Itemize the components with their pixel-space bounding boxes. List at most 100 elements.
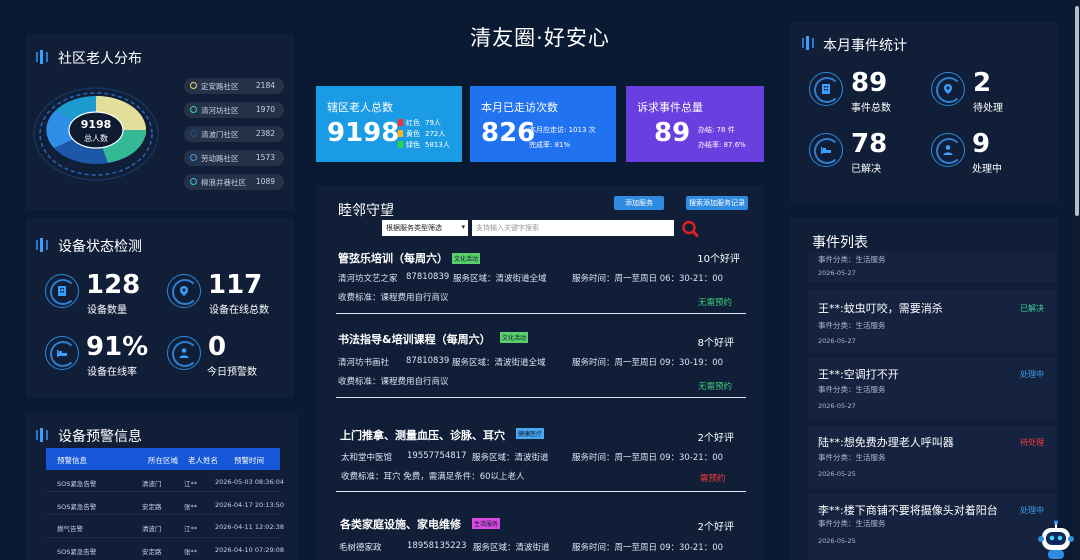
booking-status: 无需预约	[698, 382, 733, 392]
service-hours: 服务时间：周一至周日 09：30-21：00	[572, 453, 724, 463]
card-detail: 办结: 78 件	[698, 126, 735, 134]
distribution-title: 社区老人分布	[58, 51, 142, 67]
device-status-title: 设备状态检测	[58, 239, 142, 255]
card-value: 9198	[327, 118, 400, 148]
service-tag: 生活服务	[472, 518, 501, 529]
row-divider	[46, 491, 280, 492]
service-phone: 19557754817	[407, 451, 467, 461]
event-date: 2026-05-27	[818, 337, 856, 345]
services-title: 睦邻守望	[338, 203, 394, 219]
red-label: 红色	[406, 119, 420, 127]
event-item[interactable]: 王**:蚊虫叮咬，需要消杀 已解决 事件分类：生活服务 2026-05-27	[808, 290, 1056, 352]
title-accent	[806, 36, 809, 50]
table-cell: 2026-04-11 12:02:38	[215, 523, 285, 531]
legend-item[interactable]: 清河坊社区 1970	[184, 102, 284, 118]
search-input[interactable]: 支持输入关键字搜索	[472, 220, 674, 236]
add-service-button[interactable]: 添加服务	[614, 196, 664, 210]
title-accent	[46, 52, 48, 62]
event-date: 2026-05-25	[818, 470, 856, 478]
device-online-value: 117	[208, 270, 263, 300]
event-item[interactable]: 王**:空调打不开 处理中 事件分类：生活服务 2026-05-27	[808, 358, 1056, 420]
title-accent	[812, 38, 814, 48]
card-value: 89	[654, 118, 691, 148]
event-item[interactable]: 李**:楼下商铺不要将摄像头对着阳台 处理中 事件分类：生活服务 2026-05…	[808, 494, 1056, 560]
card-title: 诉求事件总量	[637, 101, 703, 114]
event-status: 处理中	[1020, 370, 1044, 379]
table-cell: 清波门	[142, 525, 162, 533]
title-accent	[36, 52, 38, 62]
booking-status: 无需预约	[698, 298, 733, 308]
today-warning-label: 今日预警数	[207, 367, 257, 378]
event-total-label: 事件总数	[851, 103, 891, 114]
table-cell: 张**	[184, 503, 197, 511]
legend-item[interactable]: 定安路社区 2184	[184, 78, 284, 94]
yellow-label: 黄色	[406, 130, 420, 138]
green-label: 绿色	[406, 141, 420, 149]
event-category: 事件分类：生活服务	[818, 385, 886, 394]
building-icon	[45, 274, 79, 308]
event-list-title: 事件列表	[812, 235, 868, 251]
search-add-record-button[interactable]: 搜索添加服务记录	[686, 196, 748, 210]
legend-value: 2382	[255, 129, 275, 138]
legend-item[interactable]: 劳动路社区 1573	[184, 150, 284, 166]
legend-item[interactable]: 柳浪井巷社区 1089	[184, 174, 284, 190]
legend-dot-icon	[190, 178, 197, 185]
title-accent	[46, 240, 48, 250]
monthly-stats-title: 本月事件统计	[823, 38, 907, 54]
title-accent	[802, 38, 804, 48]
green-value: 5813人	[425, 141, 450, 149]
item-divider	[336, 397, 746, 398]
device-count-label: 设备数量	[87, 305, 127, 316]
title-accent	[40, 428, 43, 442]
search-icon[interactable]	[681, 220, 701, 238]
device-count-value: 128	[86, 270, 141, 300]
robot-assistant-icon[interactable]	[1038, 520, 1074, 560]
legend-name: 清波门社区	[201, 130, 239, 139]
elders-total-card[interactable]: 辖区老人总数 9198 红色 79人 黄色 272人 绿色 5813人	[316, 86, 462, 162]
page-title: 清友圈·好安心	[470, 26, 610, 50]
location-pin-icon	[931, 72, 965, 106]
legend-item[interactable]: 清波门社区 2382	[184, 126, 284, 142]
online-rate-value: 91%	[86, 332, 149, 362]
table-cell: SOS紧急告警	[57, 548, 97, 556]
table-cell: 江**	[184, 480, 197, 488]
service-area: 服务区域：清波街道全域	[453, 274, 547, 284]
event-item[interactable]: 事件分类：生活服务 2026-05-27	[808, 252, 1056, 282]
item-divider	[336, 313, 746, 314]
search-placeholder: 支持输入关键字搜索	[476, 224, 539, 232]
table-cell: SOS紧急告警	[57, 503, 97, 511]
table-cell: SOS紧急告警	[57, 480, 97, 488]
appeals-card[interactable]: 诉求事件总量 89 办结: 78 件 办结率: 87.6%	[626, 86, 764, 162]
column-header: 预警信息	[57, 456, 87, 465]
event-item[interactable]: 陆**:想免费办理老人呼叫器 待处理 事件分类：生活服务 2026-05-25	[808, 426, 1056, 488]
card-title: 辖区老人总数	[327, 101, 393, 114]
event-status: 已解决	[1020, 304, 1044, 313]
table-cell: 2026-04-17 20:13:50	[215, 501, 285, 509]
service-area: 服务区域：清波街道	[473, 543, 550, 553]
scrollbar-thumb[interactable]	[1075, 6, 1079, 216]
yellow-value: 272人	[425, 130, 446, 138]
event-title: 王**:蚊虫叮咬，需要消杀	[818, 302, 943, 315]
service-hours: 服务时间：周一至周日 09：30-19：00	[572, 358, 724, 368]
visits-card[interactable]: 本月已走访次数 826 本月应走访: 1013 次 完成率: 81%	[470, 86, 616, 162]
legend-name: 定安路社区	[201, 82, 239, 91]
person-icon	[167, 336, 201, 370]
table-cell: 江**	[184, 525, 197, 533]
title-accent	[36, 240, 38, 250]
event-category: 事件分类：生活服务	[818, 321, 886, 330]
bed-icon	[45, 336, 79, 370]
legend-value: 1970	[255, 105, 275, 114]
service-type-select[interactable]: 根据服务类型筛选 ▾	[382, 220, 468, 236]
event-title: 陆**:想免费办理老人呼叫器	[818, 436, 954, 449]
bed-icon	[809, 133, 843, 167]
monthly-stats-panel: 本月事件统计	[790, 22, 1058, 204]
service-org: 太和堂中医馆	[341, 453, 393, 463]
table-cell: 安定路	[142, 503, 162, 511]
service-title: 各类家庭设施、家电维修	[340, 518, 461, 531]
event-title: 王**:空调打不开	[818, 368, 899, 381]
legend-dot-icon	[190, 106, 197, 113]
today-warning-value: 0	[208, 332, 227, 362]
resolved-label: 已解决	[851, 164, 881, 175]
title-accent	[46, 430, 48, 440]
service-phone: 87810839	[406, 356, 450, 366]
